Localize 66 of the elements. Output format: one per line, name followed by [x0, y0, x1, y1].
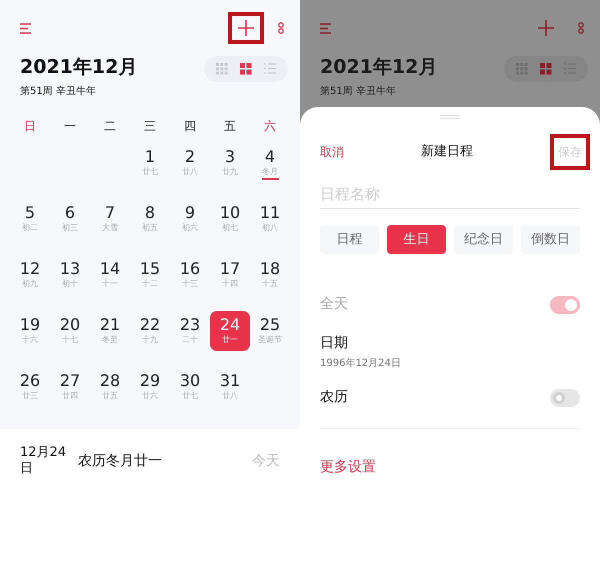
- calendar-day[interactable]: 10 初七: [210, 199, 250, 239]
- date-value[interactable]: 1996年12月24日: [320, 356, 580, 371]
- calendar-day[interactable]: 9 初六: [170, 199, 210, 239]
- calendar-day[interactable]: 3 廿九: [210, 143, 250, 183]
- drag-handle[interactable]: [440, 115, 460, 119]
- calendar-day[interactable]: 22 十九: [130, 311, 170, 351]
- cancel-button[interactable]: 取消: [320, 143, 344, 161]
- calendar-day[interactable]: 21 冬至: [90, 311, 130, 351]
- calendar-day[interactable]: 27 廿四: [50, 367, 90, 407]
- calendar-day[interactable]: 17 十四: [210, 255, 250, 295]
- weekday-label: 三: [143, 118, 157, 135]
- more-settings-link[interactable]: 更多设置: [320, 457, 376, 478]
- plus-icon: [238, 20, 254, 36]
- weekday-label: 五: [223, 118, 237, 135]
- calendar-day[interactable]: 30 廿七: [170, 367, 210, 407]
- calendar-day[interactable]: 16 十三: [170, 255, 210, 295]
- calendar-day[interactable]: 18 十五: [250, 255, 290, 295]
- add-button[interactable]: [228, 12, 264, 44]
- lunar-label: 农历: [320, 388, 348, 407]
- event-type-tab[interactable]: 生日: [387, 225, 446, 254]
- event-type-tab[interactable]: 倒数日: [521, 225, 580, 254]
- calendar-day[interactable]: 25 圣诞节: [250, 311, 290, 351]
- calendar-day[interactable]: 24 廿一: [210, 311, 250, 351]
- date-label: 日期: [320, 334, 349, 353]
- calendar-day[interactable]: 26 廿三: [10, 367, 50, 407]
- event-type-tab[interactable]: 日程: [320, 225, 379, 254]
- weekday-label: 六: [263, 118, 277, 135]
- calendar-day[interactable]: 11 初八: [250, 199, 290, 239]
- calendar-day[interactable]: 7 大雪: [90, 199, 130, 239]
- more-icon[interactable]: [278, 22, 284, 34]
- weekday-label: 一: [63, 118, 77, 135]
- view-mode-icon[interactable]: [240, 63, 252, 75]
- view-mode-icon[interactable]: [540, 63, 552, 75]
- lunar-date: 农历冬月廿一: [78, 452, 162, 470]
- calendar-day[interactable]: 20 十七: [50, 311, 90, 351]
- calendar-day[interactable]: 5 初二: [10, 199, 50, 239]
- calendar-day[interactable]: 15 十二: [130, 255, 170, 295]
- menu-icon[interactable]: [320, 22, 332, 34]
- calendar-day[interactable]: 12 初九: [10, 255, 50, 295]
- event-type-tab[interactable]: 纪念日: [454, 225, 513, 254]
- weekday-label: 四: [183, 118, 197, 135]
- sheet-title: 新建日程: [420, 143, 474, 162]
- selected-date: 12月24日: [20, 445, 68, 477]
- calendar-day[interactable]: 28 廿五: [90, 367, 130, 407]
- all-day-label: 全天: [320, 295, 348, 314]
- calendar-day[interactable]: 31 廿八: [210, 367, 250, 407]
- plus-icon: [538, 20, 554, 36]
- weekday-label: 日: [23, 118, 37, 135]
- week-subtitle: 第51周 辛丑牛年: [20, 84, 97, 99]
- calendar-day[interactable]: 6 初三: [50, 199, 90, 239]
- calendar-day[interactable]: 19 十六: [10, 311, 50, 351]
- toggle-switch[interactable]: [550, 388, 580, 406]
- week-subtitle: 第51周 辛丑牛年: [320, 84, 397, 99]
- calendar-day[interactable]: 4 冬月: [250, 143, 290, 183]
- calendar-day[interactable]: 13 初十: [50, 255, 90, 295]
- weekday-label: 二: [103, 118, 117, 135]
- more-icon[interactable]: [578, 22, 584, 34]
- month-title: 2021年12月: [20, 56, 138, 78]
- calendar-day[interactable]: 29 廿六: [130, 367, 170, 407]
- menu-icon[interactable]: [20, 22, 32, 34]
- calendar-day[interactable]: 23 二十: [170, 311, 210, 351]
- calendar-day[interactable]: 1 廿七: [130, 143, 170, 183]
- calendar-day[interactable]: 2 廿八: [170, 143, 210, 183]
- month-title: 2021年12月: [320, 56, 438, 78]
- calendar-day[interactable]: 8 初五: [130, 199, 170, 239]
- calendar-day[interactable]: 14 十一: [90, 255, 130, 295]
